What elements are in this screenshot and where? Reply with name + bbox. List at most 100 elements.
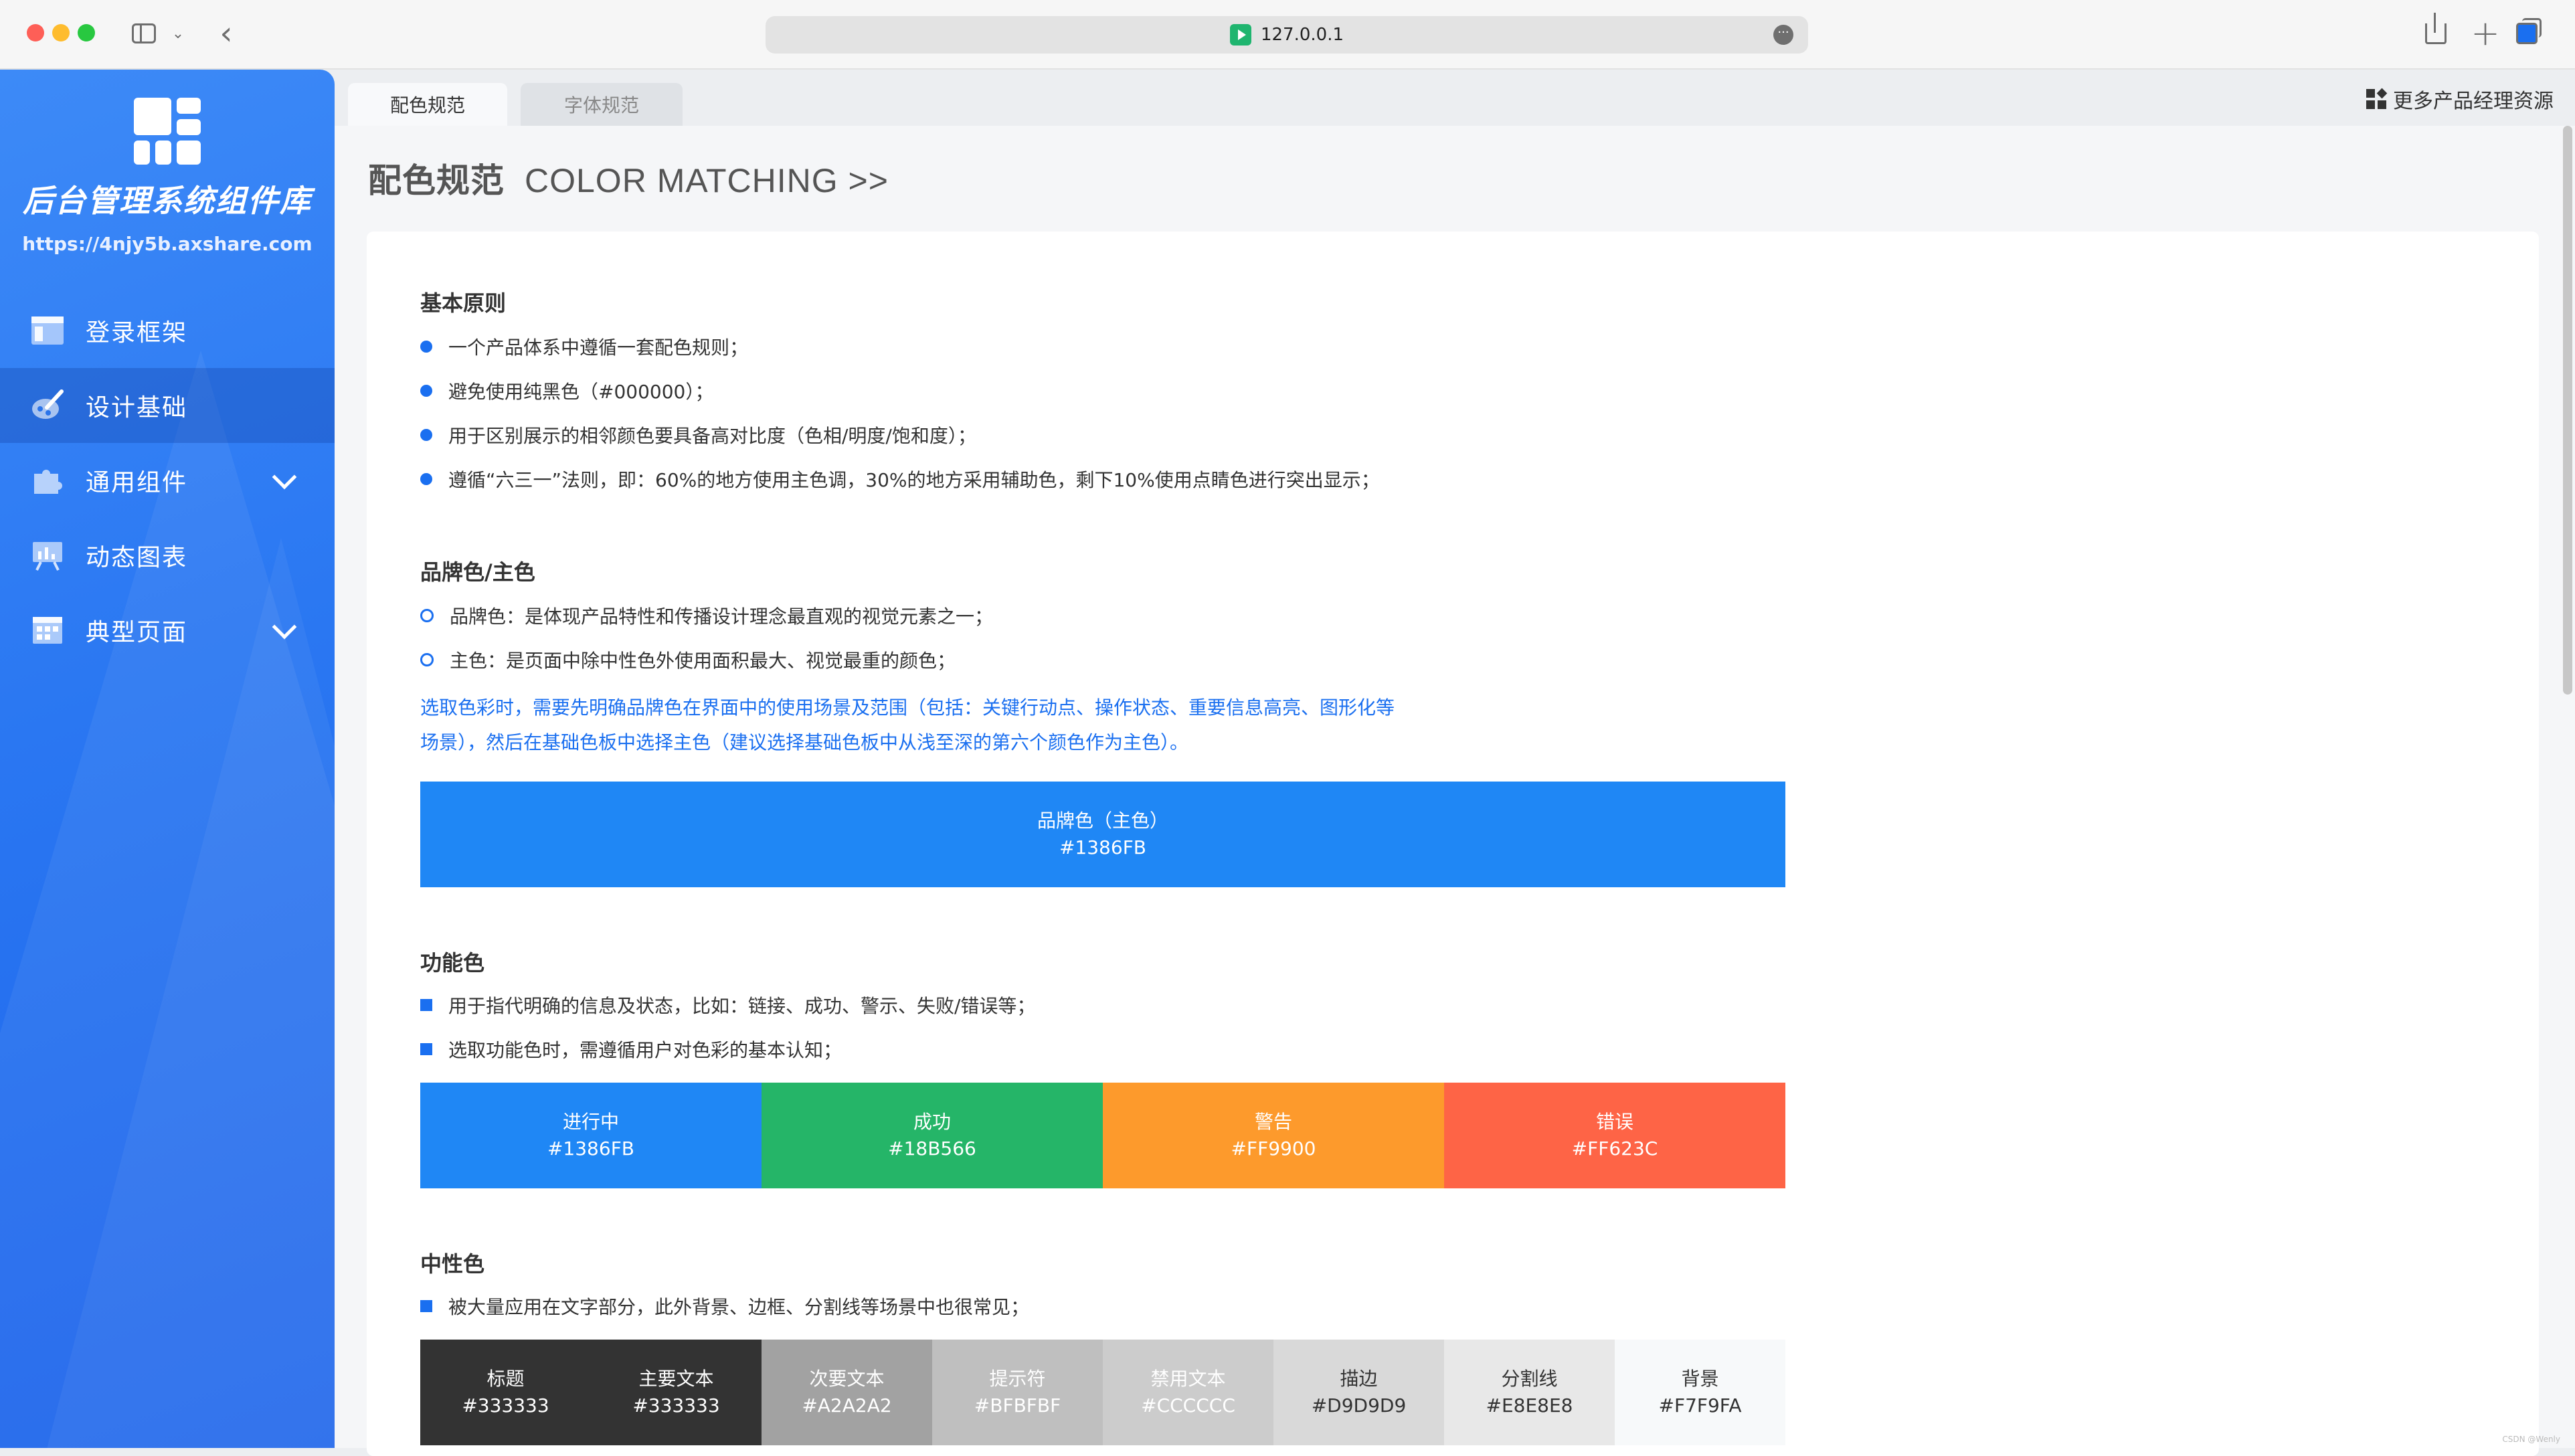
chevron-down-icon[interactable] [272,614,297,640]
sidebar-item-login-frame[interactable]: 登录框架 [0,293,335,368]
sidebar-item-label: 设计基础 [86,394,188,422]
swatch-hex: #A2A2A2 [802,1394,892,1417]
sidebar-item-label: 通用组件 [86,469,188,496]
bullet-square-icon [420,1043,432,1055]
swatch-name: 主要文本 [638,1368,714,1390]
color-swatch: 警告 #FF9900 [1103,1083,1444,1188]
list-item: 一个产品体系中遵循一套配色规则； [420,333,748,360]
app-url: https://4njy5b.axshare.com [22,233,313,255]
bullet-square-icon [420,1300,432,1312]
list-item-text: 遵循“六三一”法则，即：60%的地方使用主色调，30%的地方采用辅助色，剩下10… [448,469,1380,491]
main-content: 配色规范 COLOR MATCHING >> 基本原则 一个产品体系中遵循一套配色… [335,126,2575,1456]
swatch-hex: #E8E8E8 [1486,1394,1573,1417]
close-window-button[interactable] [27,24,44,41]
brand-note: 选取色彩时，需要先明确品牌色在界面中的使用场景及范围（包括：关键行动点、操作状态… [420,697,1395,753]
sidebar-toggle-icon[interactable] [128,16,159,51]
section-title-basic: 基本原则 [420,290,507,316]
list-item: 用于区别展示的相邻颜色要具备高对比度（色相/明度/饱和度）； [420,422,976,448]
swatch-hex: #18B566 [888,1138,976,1160]
back-arrow-icon[interactable]: ‹ [213,15,240,52]
address-bar[interactable]: 127.0.0.1 ··· [766,16,1808,54]
chevron-down-icon[interactable]: ⌄ [170,16,186,51]
color-swatch: 标题 #333333 [420,1340,591,1445]
swatch-hex: #333333 [462,1394,549,1417]
list-item-text: 避免使用纯黑色（#000000）； [448,381,714,403]
list-item-text: 用于指代明确的信息及状态，比如：链接、成功、警示、失败/错误等； [448,995,1036,1017]
sidebar-item-design-basics[interactable]: 设计基础 [0,368,335,443]
maximize-window-button[interactable] [78,24,95,41]
section-title-brand: 品牌色/主色 [420,559,535,585]
swatch-hex: #BFBFBF [974,1394,1061,1417]
bullet-ring-icon [420,609,434,622]
sidebar-item-common-components[interactable]: 通用组件 [0,443,335,518]
section-title-neutral: 中性色 [420,1251,485,1277]
color-swatch: 提示符 #BFBFBF [932,1340,1103,1445]
list-item-text: 被大量应用在文字部分，此外背景、边框、分割线等场景中也很常见； [448,1296,1030,1318]
color-swatch: 分割线 #E8E8E8 [1444,1340,1615,1445]
sidebar-decoration [40,538,335,1448]
sidebar-item-dynamic-charts[interactable]: 动态图表 [0,518,335,593]
layout-icon [31,614,64,647]
list-item: 品牌色：是体现产品特性和传播设计理念最直观的视觉元素之一； [420,602,993,629]
page-title-cn: 配色规范 [368,161,505,200]
functional-swatch-row: 进行中 #1386FB 成功 #18B566 警告 #FF9900 错误 #FF623C [420,1083,1785,1188]
new-tab-icon[interactable]: + [2471,13,2500,54]
swatch-hex: #333333 [632,1394,720,1417]
swatch-name: 背景 [1681,1368,1719,1390]
tab-font-spec[interactable]: 字体规范 [521,83,683,126]
swatch-hex: #FF9900 [1231,1138,1316,1160]
swatch-hex: #F7F9FA [1658,1394,1742,1417]
sidebar-item-label: 典型页面 [86,619,188,646]
list-item: 用于指代明确的信息及状态，比如：链接、成功、警示、失败/错误等； [420,992,1035,1018]
puzzle-icon [31,464,64,497]
chart-board-icon [31,539,64,572]
list-item: 被大量应用在文字部分，此外背景、边框、分割线等场景中也很常见； [420,1293,1029,1320]
minimize-window-button[interactable] [52,24,70,41]
brand-swatch-row: 品牌色（主色） #1386FB [420,782,1785,887]
bullet-dot-icon [420,385,432,397]
palette-icon [31,389,64,422]
list-item-text: 用于区别展示的相邻颜色要具备高对比度（色相/明度/饱和度）； [448,425,976,447]
content-card: 基本原则 一个产品体系中遵循一套配色规则； 避免使用纯黑色（#000000）； … [367,232,2539,1456]
swatch-name: 品牌色（主色） [1037,810,1168,832]
swatch-name: 次要文本 [809,1368,885,1390]
list-item-text: 品牌色：是体现产品特性和传播设计理念最直观的视觉元素之一； [450,606,994,628]
scrollbar[interactable] [2560,126,2575,1448]
sidebar-item-typical-pages[interactable]: 典型页面 [0,593,335,668]
bullet-square-icon [420,999,432,1011]
color-swatch: 错误 #FF623C [1444,1083,1785,1188]
chevron-down-icon[interactable] [272,464,297,490]
page-title-en: COLOR MATCHING >> [525,162,889,199]
color-swatch: 主要文本 #333333 [591,1340,762,1445]
neutral-swatch-row: 标题 #333333 主要文本 #333333 次要文本 #A2A2A2 提示符 #BFBFB… [420,1340,1785,1445]
color-swatch: 禁用文本 #CCCCCC [1103,1340,1273,1445]
browser-toolbar: ⌄ ‹ 127.0.0.1 ··· + [0,0,2575,70]
swatch-hex: #CCCCCC [1141,1394,1235,1417]
swatch-name: 警告 [1254,1111,1292,1133]
section-title-functional: 功能色 [420,950,485,976]
swatch-name: 分割线 [1501,1368,1558,1390]
color-swatch: 次要文本 #A2A2A2 [762,1340,932,1445]
scrollbar-thumb[interactable] [2563,126,2572,695]
more-resources-link[interactable]: 更多产品经理资源 [2366,84,2554,114]
tab-color-spec[interactable]: 配色规范 [348,83,507,126]
more-options-icon[interactable]: ··· [1773,25,1793,45]
list-item: 主色：是页面中除中性色外使用面积最大、视觉最重的颜色； [420,646,956,673]
list-item: 选取功能色时，需遵循用户对色彩的基本认知； [420,1036,842,1063]
page-tab-bar: 配色规范 字体规范 更多产品经理资源 [335,70,2575,126]
list-item-text: 选取功能色时，需遵循用户对色彩的基本认知； [448,1039,842,1061]
page-title: 配色规范 COLOR MATCHING >> [368,154,889,202]
logo-icon [134,98,201,165]
swatch-hex: #1386FB [1059,836,1147,858]
swatch-name: 标题 [486,1368,525,1390]
more-resources-label: 更多产品经理资源 [2393,90,2554,113]
bullet-dot-icon [420,429,432,441]
list-item-text: 一个产品体系中遵循一套配色规则； [448,337,749,359]
bullet-dot-icon [420,341,432,353]
tab-overview-icon[interactable] [2516,16,2550,51]
app-title: 后台管理系统组件库 [23,183,312,219]
swatch-hex: #D9D9D9 [1311,1394,1407,1417]
share-icon[interactable] [2421,12,2451,51]
swatch-name: 错误 [1595,1111,1633,1133]
color-swatch: 进行中 #1386FB [420,1083,762,1188]
